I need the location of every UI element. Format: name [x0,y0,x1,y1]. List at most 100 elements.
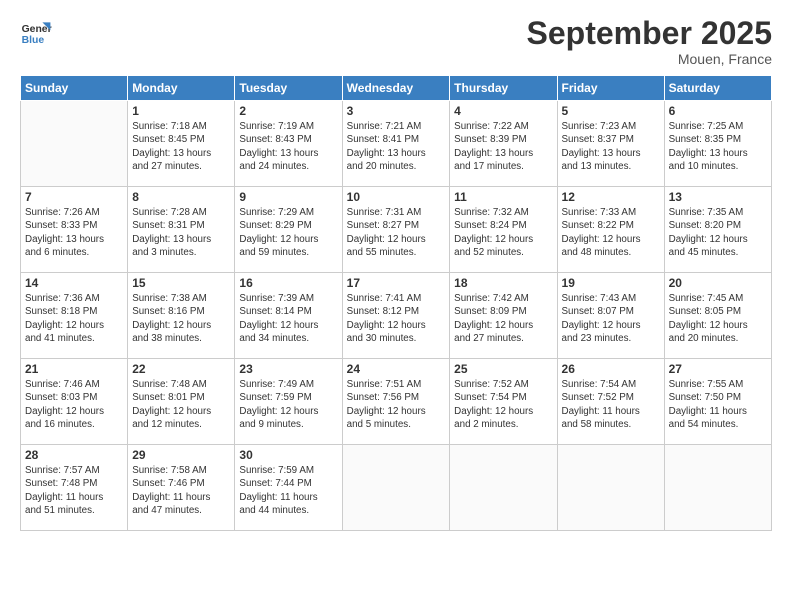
calendar-cell: 27 Sunrise: 7:55 AM Sunset: 7:50 PM Dayli… [664,359,771,445]
day-info: Sunrise: 7:39 AM Sunset: 8:14 PM Dayligh… [239,292,337,345]
day-number: 6 [669,104,767,118]
calendar-cell: 13 Sunrise: 7:35 AM Sunset: 8:20 PM Dayli… [664,187,771,273]
day-info: Sunrise: 7:36 AM Sunset: 8:18 PM Dayligh… [25,292,123,345]
col-sunday: Sunday [21,76,128,101]
calendar-cell: 26 Sunrise: 7:54 AM Sunset: 7:52 PM Dayli… [557,359,664,445]
day-info: Sunrise: 7:32 AM Sunset: 8:24 PM Dayligh… [454,206,552,259]
calendar-cell [557,445,664,531]
calendar-cell: 16 Sunrise: 7:39 AM Sunset: 8:14 PM Dayli… [235,273,342,359]
day-number: 29 [132,448,230,462]
calendar-cell: 28 Sunrise: 7:57 AM Sunset: 7:48 PM Dayli… [21,445,128,531]
calendar-cell [450,445,557,531]
header-row: Sunday Monday Tuesday Wednesday Thursday… [21,76,772,101]
calendar-cell: 24Sunrise: 7:51 AM Sunset: 7:56 PM Dayli… [342,359,450,445]
calendar-cell: 18 Sunrise: 7:42 AM Sunset: 8:09 PM Dayli… [450,273,557,359]
day-number: 1 [132,104,230,118]
day-info: Sunrise: 7:21 AM Sunset: 8:41 PM Dayligh… [347,120,446,173]
day-number: 18 [454,276,552,290]
day-number: 11 [454,190,552,204]
day-number: 15 [132,276,230,290]
day-info: Sunrise: 7:38 AM Sunset: 8:16 PM Dayligh… [132,292,230,345]
day-info: Sunrise: 7:23 AM Sunset: 8:37 PM Dayligh… [562,120,660,173]
day-info: Sunrise: 7:33 AM Sunset: 8:22 PM Dayligh… [562,206,660,259]
day-number: 22 [132,362,230,376]
header: General Blue September 2025 Mouen, Franc… [20,16,772,67]
day-number: 26 [562,362,660,376]
calendar-cell: 3 Sunrise: 7:21 AM Sunset: 8:41 PM Daylig… [342,101,450,187]
calendar-cell: 11 Sunrise: 7:32 AM Sunset: 8:24 PM Dayli… [450,187,557,273]
day-number: 10 [347,190,446,204]
day-number: 4 [454,104,552,118]
day-info: Sunrise: 7:35 AM Sunset: 8:20 PM Dayligh… [669,206,767,259]
calendar-cell: 5 Sunrise: 7:23 AM Sunset: 8:37 PM Daylig… [557,101,664,187]
calendar-cell: 4 Sunrise: 7:22 AM Sunset: 8:39 PM Daylig… [450,101,557,187]
day-info: Sunrise: 7:19 AM Sunset: 8:43 PM Dayligh… [239,120,337,173]
calendar-cell: 14 Sunrise: 7:36 AM Sunset: 8:18 PM Dayli… [21,273,128,359]
col-tuesday: Tuesday [235,76,342,101]
week-row-5: 28 Sunrise: 7:57 AM Sunset: 7:48 PM Dayli… [21,445,772,531]
day-number: 7 [25,190,123,204]
calendar-cell: 29 Sunrise: 7:58 AM Sunset: 7:46 PM Dayli… [128,445,235,531]
calendar-cell: 30Sunrise: 7:59 AM Sunset: 7:44 PM Dayli… [235,445,342,531]
col-monday: Monday [128,76,235,101]
day-number: 19 [562,276,660,290]
week-row-4: 21 Sunrise: 7:46 AM Sunset: 8:03 PM Dayli… [21,359,772,445]
day-number: 5 [562,104,660,118]
title-block: September 2025 Mouen, France [527,16,772,67]
logo: General Blue [20,16,52,48]
calendar-cell: 20 Sunrise: 7:45 AM Sunset: 8:05 PM Dayli… [664,273,771,359]
day-info: Sunrise: 7:22 AM Sunset: 8:39 PM Dayligh… [454,120,552,173]
day-number: 25 [454,362,552,376]
calendar-cell: 8 Sunrise: 7:28 AM Sunset: 8:31 PM Daylig… [128,187,235,273]
day-info: Sunrise: 7:55 AM Sunset: 7:50 PM Dayligh… [669,378,767,431]
day-number: 13 [669,190,767,204]
day-number: 12 [562,190,660,204]
page: General Blue September 2025 Mouen, Franc… [0,0,792,612]
day-number: 17 [347,276,446,290]
day-number: 28 [25,448,123,462]
calendar-body: 1 Sunrise: 7:18 AM Sunset: 8:45 PM Daylig… [21,101,772,531]
day-info: Sunrise: 7:49 AM Sunset: 7:59 PM Dayligh… [239,378,337,431]
day-info: Sunrise: 7:46 AM Sunset: 8:03 PM Dayligh… [25,378,123,431]
calendar-cell: 17Sunrise: 7:41 AM Sunset: 8:12 PM Dayli… [342,273,450,359]
day-info: Sunrise: 7:25 AM Sunset: 8:35 PM Dayligh… [669,120,767,173]
day-info: Sunrise: 7:52 AM Sunset: 7:54 PM Dayligh… [454,378,552,431]
day-info: Sunrise: 7:18 AM Sunset: 8:45 PM Dayligh… [132,120,230,173]
svg-text:Blue: Blue [22,35,45,46]
day-number: 27 [669,362,767,376]
week-row-3: 14 Sunrise: 7:36 AM Sunset: 8:18 PM Dayli… [21,273,772,359]
week-row-2: 7 Sunrise: 7:26 AM Sunset: 8:33 PM Daylig… [21,187,772,273]
day-number: 20 [669,276,767,290]
calendar-cell: 7 Sunrise: 7:26 AM Sunset: 8:33 PM Daylig… [21,187,128,273]
day-info: Sunrise: 7:59 AM Sunset: 7:44 PM Dayligh… [239,464,337,517]
day-number: 9 [239,190,337,204]
col-thursday: Thursday [450,76,557,101]
calendar-cell: 21 Sunrise: 7:46 AM Sunset: 8:03 PM Dayli… [21,359,128,445]
day-number: 2 [239,104,337,118]
day-info: Sunrise: 7:54 AM Sunset: 7:52 PM Dayligh… [562,378,660,431]
calendar-cell: 25 Sunrise: 7:52 AM Sunset: 7:54 PM Dayli… [450,359,557,445]
day-number: 21 [25,362,123,376]
page-subtitle: Mouen, France [527,51,772,67]
day-info: Sunrise: 7:48 AM Sunset: 8:01 PM Dayligh… [132,378,230,431]
calendar-cell: 12 Sunrise: 7:33 AM Sunset: 8:22 PM Dayli… [557,187,664,273]
day-number: 23 [239,362,337,376]
day-number: 3 [347,104,446,118]
day-number: 14 [25,276,123,290]
calendar-cell: 10Sunrise: 7:31 AM Sunset: 8:27 PM Dayli… [342,187,450,273]
calendar-cell [342,445,450,531]
day-number: 16 [239,276,337,290]
day-info: Sunrise: 7:45 AM Sunset: 8:05 PM Dayligh… [669,292,767,345]
day-info: Sunrise: 7:28 AM Sunset: 8:31 PM Dayligh… [132,206,230,259]
day-info: Sunrise: 7:58 AM Sunset: 7:46 PM Dayligh… [132,464,230,517]
calendar-cell: 2 Sunrise: 7:19 AM Sunset: 8:43 PM Daylig… [235,101,342,187]
day-info: Sunrise: 7:42 AM Sunset: 8:09 PM Dayligh… [454,292,552,345]
day-info: Sunrise: 7:57 AM Sunset: 7:48 PM Dayligh… [25,464,123,517]
day-number: 24 [347,362,446,376]
calendar-cell [664,445,771,531]
calendar-cell: 9Sunrise: 7:29 AM Sunset: 8:29 PM Daylig… [235,187,342,273]
day-info: Sunrise: 7:26 AM Sunset: 8:33 PM Dayligh… [25,206,123,259]
day-number: 8 [132,190,230,204]
page-title: September 2025 [527,16,772,51]
col-wednesday: Wednesday [342,76,450,101]
